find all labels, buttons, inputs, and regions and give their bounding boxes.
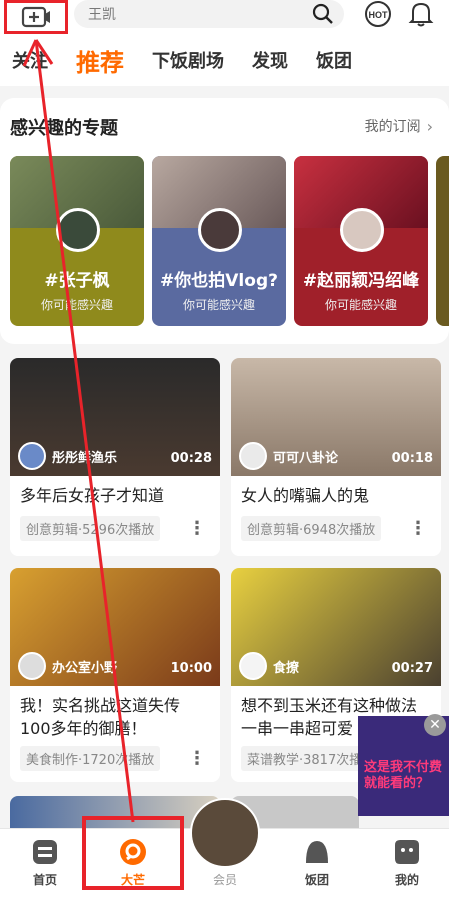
my-subscriptions-label: 我的订阅 xyxy=(364,119,421,135)
author[interactable]: 食撩 xyxy=(239,652,299,680)
topic-cards: #张子枫 你可能感兴趣 #你也拍Vlog? 你可能感兴趣 #赵丽颖冯绍峰 你可能… xyxy=(10,156,449,328)
more-options-icon[interactable]: ⋮ xyxy=(188,518,206,539)
video-duration: 00:18 xyxy=(391,451,433,466)
video-title: 多年后女孩子才知道 xyxy=(20,486,165,505)
topic-card[interactable]: #你也拍Vlog? 你可能感兴趣 xyxy=(152,156,286,326)
tab-fantuan[interactable]: 饭团 xyxy=(316,47,352,73)
annotation-highlight-box xyxy=(82,816,184,890)
avatar xyxy=(239,442,267,470)
nav-label: 首页 xyxy=(32,873,57,887)
interest-section: 感兴趣的专题 我的订阅 › #张子枫 你可能感兴趣 #你也拍Vlog? 你可能感… xyxy=(0,98,449,344)
author[interactable]: 办公室小野 xyxy=(18,652,117,680)
author-name: 食撩 xyxy=(273,660,300,676)
search-bar[interactable]: 王凯 xyxy=(74,0,344,28)
video-card[interactable]: 办公室小野 10:00 我！实名挑战这道失传100多年的御膳！ 美食制作·172… xyxy=(10,568,220,782)
topic-card[interactable]: #赵丽颖冯绍峰 你可能感兴趣 xyxy=(294,156,428,326)
video-meta-chip: 美食制作·1720次播放 xyxy=(20,746,161,771)
plus-video-icon xyxy=(21,6,50,28)
video-meta-chip: 创意剪辑·6948次播放 xyxy=(241,516,382,541)
avatar xyxy=(18,652,46,680)
nav-fantuan[interactable]: 饭团 xyxy=(272,829,362,898)
topic-subtitle: 你可能感兴趣 xyxy=(324,298,397,312)
topic-tag: #赵丽颖冯绍峰 xyxy=(302,271,420,291)
video-thumbnail[interactable]: 彤彤鲜渔乐 00:28 xyxy=(10,358,220,476)
nav-label: 我的 xyxy=(394,873,419,887)
video-meta-chip: 创意剪辑·5296次播放 xyxy=(20,516,161,541)
chevron-right-icon: › xyxy=(426,116,433,136)
video-meta: 创意剪辑·5296次播放 xyxy=(20,516,161,541)
ad-text: 这是我不付费就能看的？ xyxy=(364,760,443,791)
tab-recommend[interactable]: 推荐 xyxy=(76,43,124,78)
more-options-icon[interactable]: ⋮ xyxy=(409,518,427,539)
nav-home[interactable]: 首页 xyxy=(0,829,90,898)
fantuan-icon xyxy=(306,841,328,863)
avatar xyxy=(56,208,100,252)
author-name: 可可八卦论 xyxy=(273,450,339,466)
video-thumbnail[interactable]: 办公室小野 10:00 xyxy=(10,568,220,686)
svg-text:HOT: HOT xyxy=(369,10,389,20)
author-name: 彤彤鲜渔乐 xyxy=(52,450,118,466)
nav-label: 饭团 xyxy=(304,873,329,887)
author-name: 办公室小野 xyxy=(52,660,118,676)
video-title: 我！实名挑战这道失传100多年的御膳！ xyxy=(20,696,181,738)
avatar xyxy=(239,652,267,680)
tab-drama[interactable]: 下饭剧场 xyxy=(152,47,224,73)
my-subscriptions-link[interactable]: 我的订阅 › xyxy=(365,116,433,136)
search-icon[interactable] xyxy=(312,3,334,25)
topic-card[interactable]: #张子枫 你可能感兴趣 xyxy=(10,156,144,326)
author[interactable]: 可可八卦论 xyxy=(239,442,338,470)
video-thumbnail[interactable]: 可可八卦论 00:18 xyxy=(231,358,441,476)
video-thumbnail[interactable]: 食撩 00:27 xyxy=(231,568,441,686)
topic-card-partial[interactable] xyxy=(436,156,449,326)
top-bar: 王凯 HOT xyxy=(0,0,449,34)
video-card[interactable]: 彤彤鲜渔乐 00:28 多年后女孩子才知道 创意剪辑·5296次播放 ⋮ xyxy=(10,358,220,556)
avatar xyxy=(18,442,46,470)
author[interactable]: 彤彤鲜渔乐 xyxy=(18,442,117,470)
video-meta: 创意剪辑·6948次播放 xyxy=(241,516,382,541)
nav-profile[interactable]: 我的 xyxy=(362,829,449,898)
home-icon xyxy=(33,840,57,864)
topic-tag: #你也拍Vlog? xyxy=(160,271,278,291)
topic-subtitle: 你可能感兴趣 xyxy=(40,298,113,312)
tab-follow[interactable]: 关注 xyxy=(12,47,48,73)
topic-tag: #张子枫 xyxy=(44,271,110,291)
avatar xyxy=(198,208,242,252)
video-title: 女人的嘴骗人的鬼 xyxy=(241,486,370,505)
video-duration: 00:27 xyxy=(391,661,433,676)
ad-close-button[interactable]: ✕ xyxy=(424,714,446,736)
tab-discover[interactable]: 发现 xyxy=(252,47,288,73)
hot-icon[interactable]: HOT xyxy=(364,0,392,28)
profile-icon xyxy=(395,840,419,864)
video-meta: 美食制作·1720次播放 xyxy=(20,746,161,771)
video-card[interactable]: 可可八卦论 00:18 女人的嘴骗人的鬼 创意剪辑·6948次播放 ⋮ xyxy=(231,358,441,556)
video-duration: 10:00 xyxy=(170,661,212,676)
nav-label: 会员 xyxy=(212,873,237,887)
section-title: 感兴趣的专题 xyxy=(10,118,118,139)
notification-bell-icon[interactable] xyxy=(408,0,434,28)
search-input[interactable]: 王凯 xyxy=(88,4,312,24)
member-promo-avatar[interactable] xyxy=(190,798,260,868)
avatar xyxy=(340,208,384,252)
video-duration: 00:28 xyxy=(170,451,212,466)
channel-tabs: 关注 推荐 下饭剧场 发现 饭团 xyxy=(0,34,449,86)
add-video-button[interactable] xyxy=(4,0,68,34)
more-options-icon[interactable]: ⋮ xyxy=(188,748,206,769)
topic-subtitle: 你可能感兴趣 xyxy=(182,298,255,312)
